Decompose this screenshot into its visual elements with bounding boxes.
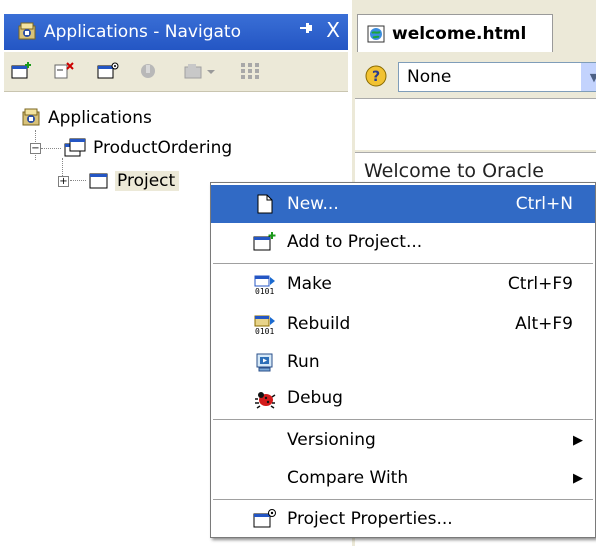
submenu-arrow-icon: ▶	[573, 470, 583, 486]
tree-item-project[interactable]: + Project	[58, 168, 180, 194]
tab-welcome-html[interactable]: welcome.html	[357, 14, 553, 52]
expand-toggle[interactable]: +	[58, 175, 69, 187]
html-globe-icon	[366, 24, 386, 44]
menu-item-compare-with[interactable]: Compare With ▶	[211, 459, 595, 497]
context-menu: New... Ctrl+N Add to Project... 0101 Mak…	[210, 182, 596, 538]
help-icon[interactable]: ?	[364, 64, 388, 93]
menu-item-run[interactable]: Run	[211, 343, 595, 381]
tab-label: welcome.html	[392, 23, 527, 44]
svg-text:0101: 0101	[255, 327, 274, 335]
application-workspace-icon	[63, 137, 87, 159]
project-settings-icon[interactable]	[96, 60, 120, 82]
menu-label: Project Properties...	[287, 509, 453, 529]
menu-label: Debug	[287, 388, 343, 408]
grid-view-icon[interactable]	[238, 60, 262, 82]
menu-shortcut: Ctrl+F9	[507, 274, 573, 294]
menu-item-debug[interactable]: Debug	[211, 379, 595, 417]
menu-shortcut: Alt+F9	[515, 314, 573, 334]
menu-item-add-to-project[interactable]: Add to Project...	[211, 223, 595, 261]
tree-label: Applications	[48, 108, 152, 128]
tree-item-applications[interactable]: Applications	[20, 106, 152, 130]
project-icon	[89, 172, 109, 190]
svg-text:?: ?	[372, 69, 380, 85]
menu-label: Add to Project...	[287, 232, 423, 252]
menu-item-new[interactable]: New... Ctrl+N	[211, 185, 595, 223]
navigator-title: Applications - Navigato	[44, 22, 241, 42]
menu-label: Make	[287, 274, 332, 294]
tree-label: ProductOrdering	[93, 138, 233, 158]
chevron-down-icon[interactable]: ▼	[581, 63, 596, 91]
menu-label: Compare With	[287, 468, 409, 488]
make-icon: 0101	[253, 272, 277, 296]
collapse-toggle[interactable]: −	[30, 142, 41, 154]
applications-icon	[16, 21, 38, 43]
menu-item-versioning[interactable]: Versioning ▶	[211, 421, 595, 459]
submenu-arrow-icon: ▶	[573, 432, 583, 448]
menu-item-project-properties[interactable]: Project Properties...	[211, 501, 595, 537]
disabled-tool-icon[interactable]	[136, 60, 160, 82]
project-properties-icon	[253, 507, 277, 531]
menu-label: Versioning	[287, 430, 376, 450]
menu-item-make[interactable]: 0101 Make Ctrl+F9	[211, 265, 595, 303]
tree-item-productordering[interactable]: − ProductOrdering	[30, 136, 232, 160]
rebuild-icon: 0101	[253, 312, 277, 336]
applications-icon	[20, 107, 42, 129]
debug-bug-icon	[253, 386, 277, 410]
close-panel-button[interactable]: X	[326, 18, 340, 42]
menu-item-rebuild[interactable]: 0101 Rebuild Alt+F9	[211, 305, 595, 343]
pin-icon[interactable]	[298, 20, 314, 41]
navigator-toolbar	[4, 52, 348, 92]
navigator-title-bar[interactable]: Applications - Navigato X	[4, 14, 348, 50]
menu-label: New...	[287, 194, 339, 214]
menu-separator	[213, 419, 593, 420]
css-select-dropdown[interactable]: None ▼	[398, 62, 596, 92]
new-file-icon	[253, 192, 277, 216]
menu-label: Rebuild	[287, 314, 351, 334]
remove-icon[interactable]	[52, 60, 76, 82]
run-icon	[253, 350, 277, 374]
svg-text:0101: 0101	[255, 287, 274, 295]
dropdown-value: None	[407, 67, 452, 87]
editor-header-strip	[355, 98, 596, 150]
menu-shortcut: Ctrl+N	[515, 194, 573, 214]
menu-separator	[213, 499, 593, 500]
new-application-icon[interactable]	[10, 60, 34, 82]
welcome-text: Welcome to Oracle	[364, 160, 544, 182]
menu-separator	[213, 263, 593, 264]
tree-label: Project	[115, 171, 180, 191]
menu-label: Run	[287, 352, 320, 372]
add-to-project-icon	[253, 230, 277, 254]
filter-dropdown-icon[interactable]	[182, 60, 222, 82]
